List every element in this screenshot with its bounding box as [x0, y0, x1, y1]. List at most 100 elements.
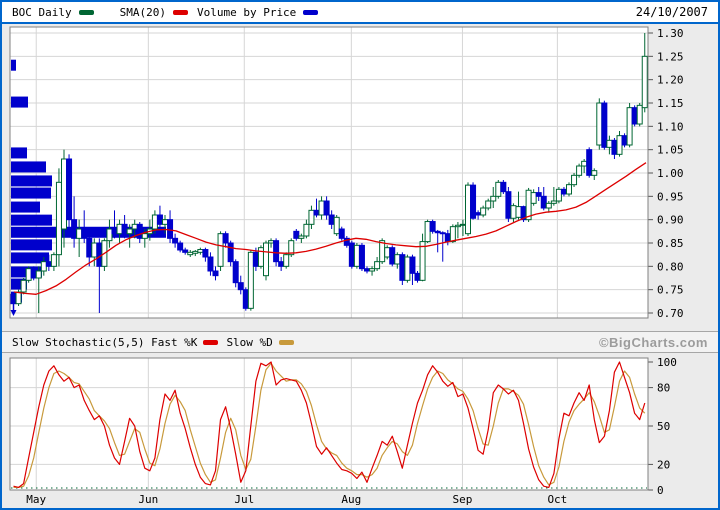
stochastic-chart-svg: 1008050200MayJunJulAugSepOct [2, 353, 718, 508]
candle-body [385, 248, 390, 257]
price-tick-label: 1.25 [657, 50, 684, 63]
candle-body [415, 273, 420, 280]
month-label: Jun [138, 493, 158, 506]
candle-body [536, 193, 541, 197]
volume-by-price-bar [11, 188, 51, 199]
price-tick-label: 0.85 [657, 237, 684, 250]
candle-body [541, 196, 546, 208]
legend-item-volume-by-price: Volume by Price [188, 6, 318, 19]
candle-body [304, 224, 309, 236]
candle-body [87, 238, 92, 257]
candle-body [531, 193, 536, 204]
candle-body [299, 236, 304, 238]
candle-body [491, 196, 496, 201]
candle-body [163, 220, 168, 225]
candle-body [587, 150, 592, 176]
stoch-tick-label: 50 [657, 420, 670, 433]
legend-item-boc-daily: BOC Daily [2, 6, 94, 19]
candle-body [516, 207, 521, 218]
candle-body [466, 185, 471, 234]
candle-body [16, 292, 21, 304]
candle-body [617, 136, 622, 155]
candle-body [455, 225, 460, 226]
candle-body [223, 234, 228, 243]
candle-body [501, 182, 506, 191]
chart-date: 24/10/2007 [636, 5, 708, 19]
candle-body [107, 229, 112, 241]
month-label: Oct [547, 493, 567, 506]
candle-body [359, 245, 364, 268]
candle-body [117, 224, 122, 233]
candle-body [370, 269, 375, 271]
candle-body [425, 222, 430, 242]
candle-body [597, 103, 602, 145]
month-label: Sep [453, 493, 473, 506]
candle-body [390, 248, 395, 264]
price-panel: 1.301.251.201.151.101.051.000.950.900.85… [2, 24, 718, 331]
candle-body [31, 269, 36, 278]
candle-body [112, 229, 117, 234]
candle-body [137, 224, 142, 238]
candle-body [450, 227, 455, 242]
volume-by-price-bar [11, 215, 52, 226]
plot-background [10, 27, 648, 318]
month-label: May [26, 493, 46, 506]
month-label: Aug [341, 493, 361, 506]
stoch-tick-label: 80 [657, 382, 670, 395]
legend-swatch-slow-d [279, 340, 294, 345]
candle-body [592, 171, 597, 176]
candle-body [395, 255, 400, 264]
candle-body [349, 243, 354, 266]
candle-body [67, 159, 72, 220]
candle-body [577, 166, 582, 175]
candle-body [460, 224, 465, 225]
candle-body [471, 185, 476, 218]
candle-body [506, 192, 511, 219]
candle-body [612, 140, 617, 154]
candle-body [481, 208, 486, 215]
candle-body [72, 220, 77, 239]
candle-body [122, 224, 127, 233]
candle-body [365, 269, 370, 271]
candle-body [264, 243, 269, 276]
candle-body [233, 262, 238, 283]
price-tick-label: 0.95 [657, 190, 684, 203]
volume-by-price-bar [11, 147, 27, 158]
candle-body [637, 105, 642, 124]
price-chart-svg: 1.301.251.201.151.101.051.000.950.900.85… [2, 24, 718, 331]
candle-body [142, 234, 147, 239]
candle-body [238, 283, 243, 290]
candle-body [279, 262, 284, 267]
candle-body [258, 248, 263, 267]
candle-body [92, 243, 97, 257]
stoch-tick-label: 20 [657, 458, 670, 471]
legend-swatch-boc-daily [79, 10, 94, 15]
candle-body [430, 222, 435, 232]
candle-body [405, 257, 410, 280]
candle-body [21, 280, 26, 292]
candle-body [642, 56, 647, 107]
price-tick-label: 1.15 [657, 97, 684, 110]
candle-body [183, 250, 188, 252]
candle-body [168, 220, 173, 239]
volume-by-price-bar [11, 202, 40, 213]
volume-by-price-bar [11, 97, 28, 108]
price-tick-label: 1.05 [657, 144, 684, 157]
candle-body [62, 159, 67, 229]
candle-body [269, 241, 274, 243]
legend-label-volume-by-price: Volume by Price [197, 6, 296, 19]
candle-body [152, 215, 157, 229]
stochastic-panel: 1008050200MayJunJulAugSepOct [2, 353, 718, 508]
candle-body [203, 250, 208, 257]
candle-body [36, 271, 41, 278]
candle-body [486, 201, 491, 208]
candle-body [410, 257, 415, 273]
candle-body [339, 229, 344, 238]
candle-body [622, 136, 627, 145]
candle-body [561, 189, 566, 194]
candle-body [56, 182, 61, 254]
candle-body [329, 215, 334, 224]
candle-body [41, 262, 46, 271]
month-label: Jul [234, 493, 254, 506]
candle-body [632, 108, 637, 124]
